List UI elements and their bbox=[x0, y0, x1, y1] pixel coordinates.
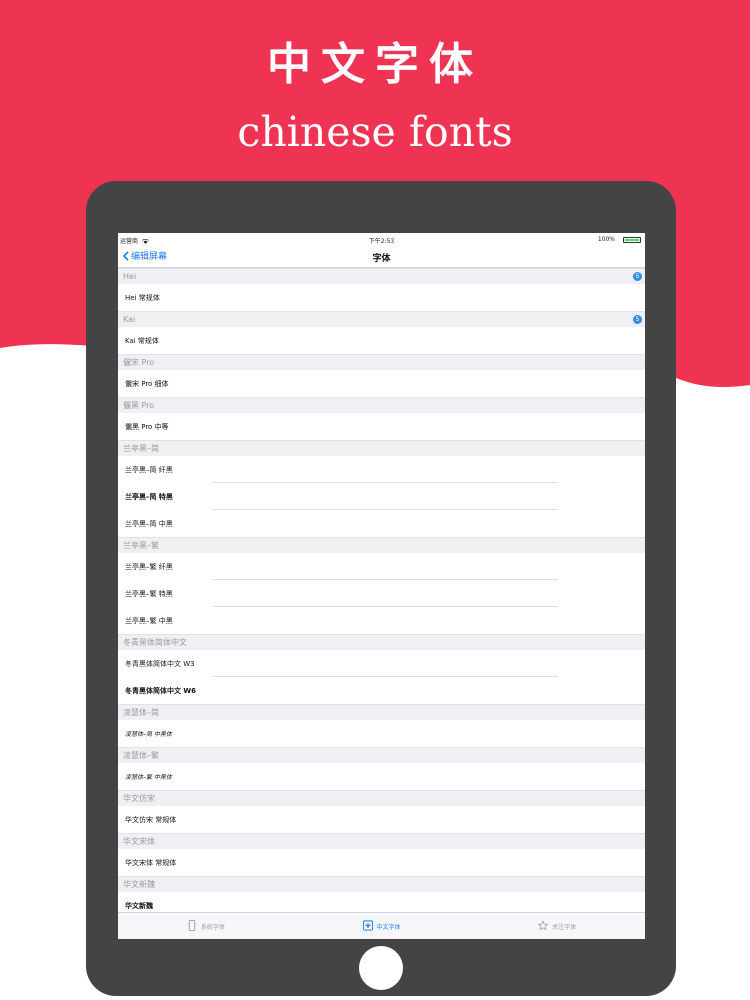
app-screen: 运营商 下午2:53 100% 编辑屏幕 字体 Hei 5 Hei 常规体 Kai 5 K… bbox=[118, 233, 645, 939]
home-button[interactable] bbox=[359, 946, 403, 990]
font-row-label: 华文宋体 常规体 bbox=[125, 858, 177, 867]
font-row[interactable]: Hei 常规体 bbox=[118, 284, 645, 311]
download-badge-icon[interactable]: 5 bbox=[633, 272, 642, 281]
section-header-label: 凌慧体–简 bbox=[123, 708, 159, 717]
section-header-label: 华文宋体 bbox=[123, 837, 155, 846]
font-row[interactable]: 兰亭黑–繁 中黑 bbox=[118, 607, 645, 634]
font-row[interactable]: 凌慧体–简 中黑体 bbox=[118, 720, 645, 747]
font-row-label: 华文仿宋 常规体 bbox=[125, 815, 177, 824]
font-row[interactable]: 华文宋体 常规体 bbox=[118, 849, 645, 876]
font-row[interactable]: Kai 常规体 bbox=[118, 327, 645, 354]
battery-level bbox=[625, 239, 639, 241]
font-row-label: 兰亭黑–繁 纤黑 bbox=[125, 562, 173, 571]
star-icon bbox=[537, 919, 549, 933]
phone-icon bbox=[187, 919, 197, 933]
font-row-label: 兰亭黑–繁 中黑 bbox=[125, 616, 173, 625]
font-row-label: Kai 常规体 bbox=[125, 336, 159, 345]
font-row[interactable]: 冬青黑体简体中文 W3 bbox=[118, 650, 645, 677]
font-row[interactable]: 兰亭黑–简 纤黑 bbox=[118, 456, 645, 483]
section-header-label: Kai bbox=[123, 315, 136, 324]
section-header: 儷宋 Pro bbox=[118, 354, 645, 370]
section-header: 凌慧体–简 bbox=[118, 704, 645, 720]
font-row[interactable]: 儷黑 Pro 中等 bbox=[118, 413, 645, 440]
tab-label: 中文字体 bbox=[376, 923, 401, 931]
font-row-label: 兰亭黑–繁 特黑 bbox=[125, 589, 173, 598]
section-header: Kai 5 bbox=[118, 311, 645, 327]
font-row[interactable]: 兰亭黑–繁 特黑 bbox=[118, 580, 645, 607]
font-row-label: Hei 常规体 bbox=[125, 293, 160, 302]
tab-bar: 系统字体 中文字体 关注字体 bbox=[118, 912, 645, 939]
font-row-label: 兰亭黑–简 中黑 bbox=[125, 519, 173, 528]
font-row-label: 凌慧体–简 中黑体 bbox=[125, 731, 172, 738]
font-row-label: 冬青黑体简体中文 W3 bbox=[125, 659, 195, 668]
font-row[interactable]: 冬青黑体简体中文 W6 bbox=[118, 677, 645, 704]
font-row[interactable]: 凌慧体–繁 中黑体 bbox=[118, 763, 645, 790]
navigation-bar: 编辑屏幕 字体 bbox=[118, 246, 645, 268]
clock: 下午2:53 bbox=[368, 238, 395, 245]
tab-2[interactable]: 关注字体 bbox=[469, 913, 645, 939]
tab-label: 系统字体 bbox=[200, 923, 225, 931]
section-header: 兰亭黑–简 bbox=[118, 440, 645, 456]
promo-title-english: chinese fonts bbox=[237, 108, 513, 156]
battery-icon bbox=[623, 237, 641, 243]
tab-1[interactable]: 中文字体 bbox=[294, 913, 470, 939]
tab-label: 关注字体 bbox=[552, 923, 577, 931]
font-row-label: 凌慧体–繁 中黑体 bbox=[125, 774, 172, 781]
add-square-icon bbox=[362, 919, 373, 933]
font-row[interactable]: 兰亭黑–简 中黑 bbox=[118, 510, 645, 537]
font-row[interactable]: 儷宋 Pro 细体 bbox=[118, 370, 645, 397]
section-header-label: 凌慧体–繁 bbox=[123, 751, 159, 760]
tab-0[interactable]: 系统字体 bbox=[118, 913, 294, 939]
font-row-label: 儷宋 Pro 细体 bbox=[125, 379, 169, 388]
page-title: 字体 bbox=[372, 254, 391, 264]
font-row[interactable]: 兰亭黑–简 特黑 bbox=[118, 483, 645, 510]
section-header: Hei 5 bbox=[118, 268, 645, 284]
section-header: 华文仿宋 bbox=[118, 790, 645, 806]
promo-title-chinese: 中文字体 bbox=[267, 39, 483, 90]
font-list: Hei 5 Hei 常规体 Kai 5 Kai 常规体 儷宋 Pro 儷宋 Pro 细体 儷黑 … bbox=[118, 268, 645, 919]
section-header: 凌慧体–繁 bbox=[118, 747, 645, 763]
section-header: 儷黑 Pro bbox=[118, 397, 645, 413]
section-header: 华文新魏 bbox=[118, 876, 645, 892]
font-row-label: 冬青黑体简体中文 W6 bbox=[125, 686, 197, 695]
section-header-label: 儷黑 Pro bbox=[123, 401, 155, 410]
font-row-label: 兰亭黑–简 纤黑 bbox=[125, 465, 173, 474]
section-header-label: 华文仿宋 bbox=[123, 794, 155, 803]
section-header-label: 兰亭黑–繁 bbox=[123, 541, 159, 550]
font-row[interactable]: 华文仿宋 常规体 bbox=[118, 806, 645, 833]
battery-percent: 100% bbox=[597, 236, 615, 243]
section-header-label: Hei bbox=[123, 272, 137, 281]
section-header: 兰亭黑–繁 bbox=[118, 537, 645, 553]
section-header: 冬青黑体简体中文 bbox=[118, 634, 645, 650]
font-row-label: 儷黑 Pro 中等 bbox=[125, 422, 169, 431]
section-header: 华文宋体 bbox=[118, 833, 645, 849]
section-header-label: 儷宋 Pro bbox=[123, 358, 155, 367]
font-row[interactable]: 兰亭黑–繁 纤黑 bbox=[118, 553, 645, 580]
status-bar: 运营商 下午2:53 100% bbox=[118, 233, 645, 246]
font-row-label: 华文新魏 bbox=[125, 901, 153, 910]
section-header-label: 冬青黑体简体中文 bbox=[123, 638, 187, 647]
section-header-label: 兰亭黑–简 bbox=[123, 444, 159, 453]
section-header-label: 华文新魏 bbox=[123, 880, 155, 889]
font-row-label: 兰亭黑–简 特黑 bbox=[125, 492, 173, 501]
download-badge-icon[interactable]: 5 bbox=[633, 315, 642, 324]
